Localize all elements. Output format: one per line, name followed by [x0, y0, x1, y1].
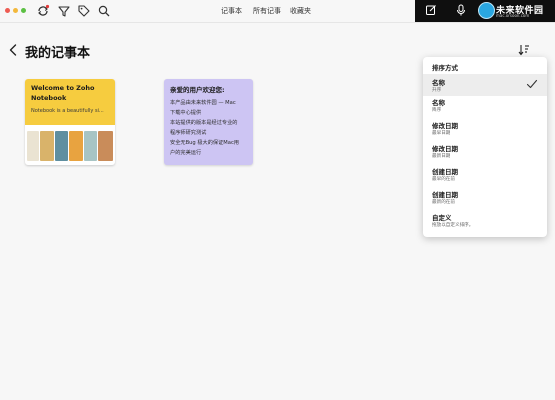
checkmark-icon	[526, 78, 538, 90]
sort-option-desc: 降序	[432, 108, 442, 113]
sort-option-desc: 最新的在前	[432, 200, 455, 205]
thumbnail-image	[55, 131, 68, 161]
sort-option-desc: 最早日期	[432, 131, 451, 136]
sort-icon[interactable]	[517, 43, 531, 57]
sort-option-label: 修改日期	[432, 122, 458, 130]
title-bar: 记事本 所有记事 收藏夹 未来软件园 mac.orsoon.com	[0, 0, 555, 23]
notebook-line: 下载中心提供	[170, 110, 202, 116]
nav-favorites[interactable]: 收藏夹	[290, 6, 311, 16]
thumbnail-image	[27, 131, 39, 161]
notebook-card-welcome[interactable]: 亲爱的用户欢迎您: 本产品由未来软件园 — Mac 下载中心提供 本站提供的版本…	[164, 79, 253, 165]
new-note-icon[interactable]	[425, 4, 437, 16]
sync-icon[interactable]	[36, 4, 50, 18]
nav-all-notes[interactable]: 所有记事	[253, 6, 281, 16]
sort-name-descending[interactable]: 名称 降序	[423, 97, 547, 119]
sort-created-newest[interactable]: 创建日期 最新的在前	[423, 189, 547, 211]
sort-option-desc: 最早的在前	[432, 177, 455, 182]
notebook-title: 亲爱的用户欢迎您:	[170, 86, 225, 94]
minimize-window-button[interactable]	[13, 8, 18, 13]
thumbnail-image	[69, 131, 83, 161]
zoom-window-button[interactable]	[21, 8, 26, 13]
page-title: 我的记事本	[25, 46, 91, 61]
thumbnail-image	[84, 131, 97, 161]
filter-icon[interactable]	[57, 4, 71, 18]
back-arrow-icon[interactable]	[8, 43, 18, 57]
sort-option-label: 名称	[432, 79, 445, 87]
notebook-line: 安全无Bug 极大的保证Mac用	[170, 140, 239, 146]
search-icon[interactable]	[97, 4, 111, 18]
tag-icon[interactable]	[77, 4, 91, 18]
notebook-line: 户的完美运行	[170, 150, 202, 156]
watermark-url: mac.orsoon.com	[496, 13, 530, 18]
sort-option-label: 创建日期	[432, 191, 458, 199]
sort-option-label: 创建日期	[432, 168, 458, 176]
notebook-thumbnails	[27, 131, 113, 161]
notebook-preview: Notebook is a beautifully si...	[31, 108, 104, 114]
close-window-button[interactable]	[5, 8, 10, 13]
thumbnail-image	[40, 131, 54, 161]
microphone-icon[interactable]	[455, 4, 467, 16]
notebook-line: 本产品由未来软件园 — Mac	[170, 100, 236, 106]
notebook-line: 程序师研究测试	[170, 130, 207, 136]
notebook-line: 本站提供的版本是经过专业的	[170, 120, 238, 126]
sort-menu-header: 排序方式	[432, 64, 458, 72]
sort-modified-newest[interactable]: 修改日期 最新日期	[423, 143, 547, 165]
sort-option-desc: 拖放以自定义排序。	[432, 223, 474, 228]
sort-modified-oldest[interactable]: 修改日期 最早日期	[423, 120, 547, 142]
sort-option-label: 自定义	[432, 214, 452, 222]
sort-name-ascending[interactable]: 名称 升序	[423, 74, 547, 96]
watermark-logo	[478, 2, 495, 19]
sort-option-label: 名称	[432, 99, 445, 107]
sort-created-oldest[interactable]: 创建日期 最早的在前	[423, 166, 547, 188]
sort-option-desc: 最新日期	[432, 154, 451, 159]
sort-menu: 排序方式 名称 升序 名称 降序 修改日期 最早日期 修改日期 最新日期 创建日…	[423, 57, 547, 237]
nav-notebooks[interactable]: 记事本	[221, 6, 242, 16]
sort-option-desc: 升序	[432, 88, 442, 93]
thumbnail-image	[98, 131, 113, 161]
notebook-card-zoho[interactable]: Welcome to Zoho Notebook Notebook is a b…	[25, 79, 115, 165]
sort-custom[interactable]: 自定义 拖放以自定义排序。	[423, 212, 547, 234]
sort-option-label: 修改日期	[432, 145, 458, 153]
notebook-title: Welcome to Zoho Notebook	[31, 84, 95, 102]
